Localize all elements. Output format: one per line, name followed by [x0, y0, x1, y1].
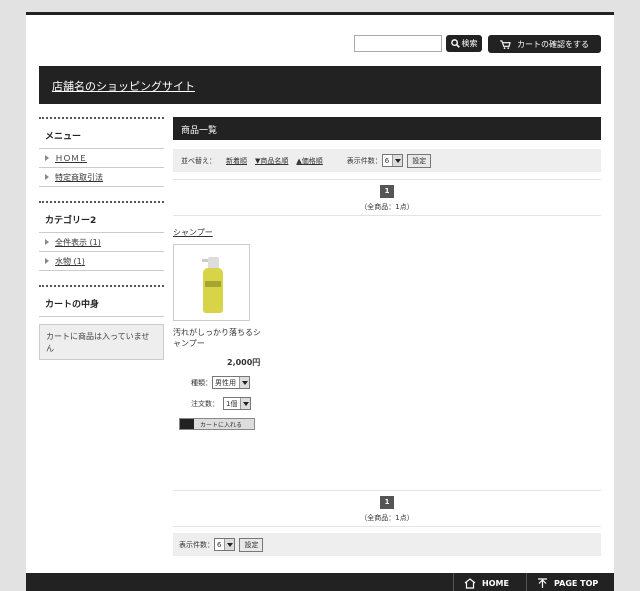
sidebar: メニュー ＨＯＭＥ 特定商取引法 カテゴリー2 全件表示 (1) 水物 (1) … [39, 117, 164, 374]
shop-name-link[interactable]: 店舗名のショッピングサイト [52, 78, 195, 94]
type-row: 種類： 男性用 [191, 376, 601, 389]
product-name[interactable]: 汚れがしっかり落ちるシャンプー [173, 327, 263, 349]
page-number[interactable]: 1 [380, 185, 394, 198]
home-icon [464, 578, 476, 589]
view-cart-label: カートの確認をする [517, 39, 589, 49]
per-page-value: 6 [384, 156, 390, 165]
qty-select[interactable]: 1個 [223, 397, 252, 410]
per-page-label: 表示件数： [346, 156, 382, 165]
page-top-label: PAGE TOP [554, 579, 599, 588]
qty-row: 注文数： 1個 [191, 397, 601, 410]
sort-price-link[interactable]: ▲価格順 [296, 156, 322, 166]
product-image[interactable] [173, 244, 250, 321]
category-heading: カテゴリー2 [39, 204, 164, 233]
total-count: （全商品：1点） [360, 514, 414, 522]
search-input[interactable] [354, 35, 442, 52]
sidebar-item-label: 特定商取引法 [55, 173, 103, 182]
sidebar-item-label: 水物 (1) [55, 257, 85, 266]
qty-value: 1個 [226, 399, 238, 408]
category-link[interactable]: シャンプー [173, 227, 601, 238]
set-button[interactable]: 設定 [407, 153, 432, 168]
chevron-down-icon [224, 539, 235, 550]
home-button[interactable]: HOME [453, 573, 526, 591]
pagination-bottom: 1 （全商品：1点） [173, 490, 601, 527]
product-price: 2,000円 [227, 358, 261, 367]
sort-newest-link[interactable]: 新着順 [226, 156, 247, 166]
page-number[interactable]: 1 [380, 496, 394, 509]
menu-section: メニュー ＨＯＭＥ 特定商取引法 [39, 117, 164, 187]
add-to-cart-button[interactable]: カートに入れる [179, 418, 255, 430]
cart-icon [500, 39, 511, 49]
sort-name-link[interactable]: ▼商品名順 [255, 156, 288, 166]
sidebar-item-legal[interactable]: 特定商取引法 [39, 168, 164, 187]
sidebar-item-all[interactable]: 全件表示 (1) [39, 233, 164, 252]
chevron-down-icon [239, 377, 249, 388]
view-cart-button[interactable]: カートの確認をする [488, 35, 601, 53]
arrow-up-icon [538, 578, 547, 588]
sort-bar: 並べ替え： 新着順 ▼商品名順 ▲価格順 表示件数： 6 設定 [173, 149, 601, 172]
sidebar-item-home[interactable]: ＨＯＭＥ [39, 149, 164, 168]
type-value: 男性用 [215, 378, 236, 387]
per-page-select[interactable]: 6 [214, 538, 236, 551]
per-page-value: 6 [217, 540, 222, 549]
type-select[interactable]: 男性用 [212, 376, 250, 389]
home-label: HOME [482, 579, 509, 588]
bottom-per-page-bar: 表示件数： 6 設定 [173, 533, 601, 556]
shop-banner: 店舗名のショッピングサイト [39, 66, 601, 104]
page-container: 検索 カートの確認をする 店舗名のショッピングサイト メニュー ＨＯＭＥ 特定商… [26, 12, 614, 591]
qty-label: 注文数： [191, 399, 219, 408]
add-to-cart-label: カートに入れる [200, 421, 243, 429]
menu-heading: メニュー [39, 120, 164, 149]
total-count: （全商品：1点） [360, 203, 414, 211]
bottle-label [205, 281, 221, 287]
cart-section: カートの中身 カートに商品は入っていません [39, 285, 164, 360]
chevron-down-icon [392, 155, 403, 166]
sidebar-item-label: ＨＯＭＥ [55, 154, 87, 163]
sidebar-item-water[interactable]: 水物 (1) [39, 252, 164, 271]
cart-heading: カートの中身 [39, 288, 164, 317]
bottle-body [203, 268, 223, 313]
pagination: 1 （全商品：1点） [173, 179, 601, 216]
cart-empty-message: カートに商品は入っていません [39, 324, 164, 360]
search-icon [450, 39, 460, 48]
main-content: 商品一覧 並べ替え： 新着順 ▼商品名順 ▲価格順 表示件数： 6 設定 1 （… [173, 117, 601, 430]
type-label: 種類： [191, 378, 212, 387]
page-top-button[interactable]: PAGE TOP [526, 573, 614, 591]
cart-icon [180, 419, 194, 429]
category-section: カテゴリー2 全件表示 (1) 水物 (1) [39, 201, 164, 271]
search-button-label: 検索 [461, 39, 478, 48]
per-page-select[interactable]: 6 [381, 154, 404, 167]
footer: HOME PAGE TOP [26, 573, 614, 591]
sort-label: 並べ替え： [181, 156, 216, 165]
chevron-down-icon [240, 398, 251, 409]
page-title: 商品一覧 [173, 117, 601, 140]
sidebar-item-label: 全件表示 (1) [55, 238, 101, 247]
set-button[interactable]: 設定 [239, 537, 264, 552]
search-button[interactable]: 検索 [446, 35, 482, 52]
per-page-label: 表示件数： [179, 540, 214, 549]
